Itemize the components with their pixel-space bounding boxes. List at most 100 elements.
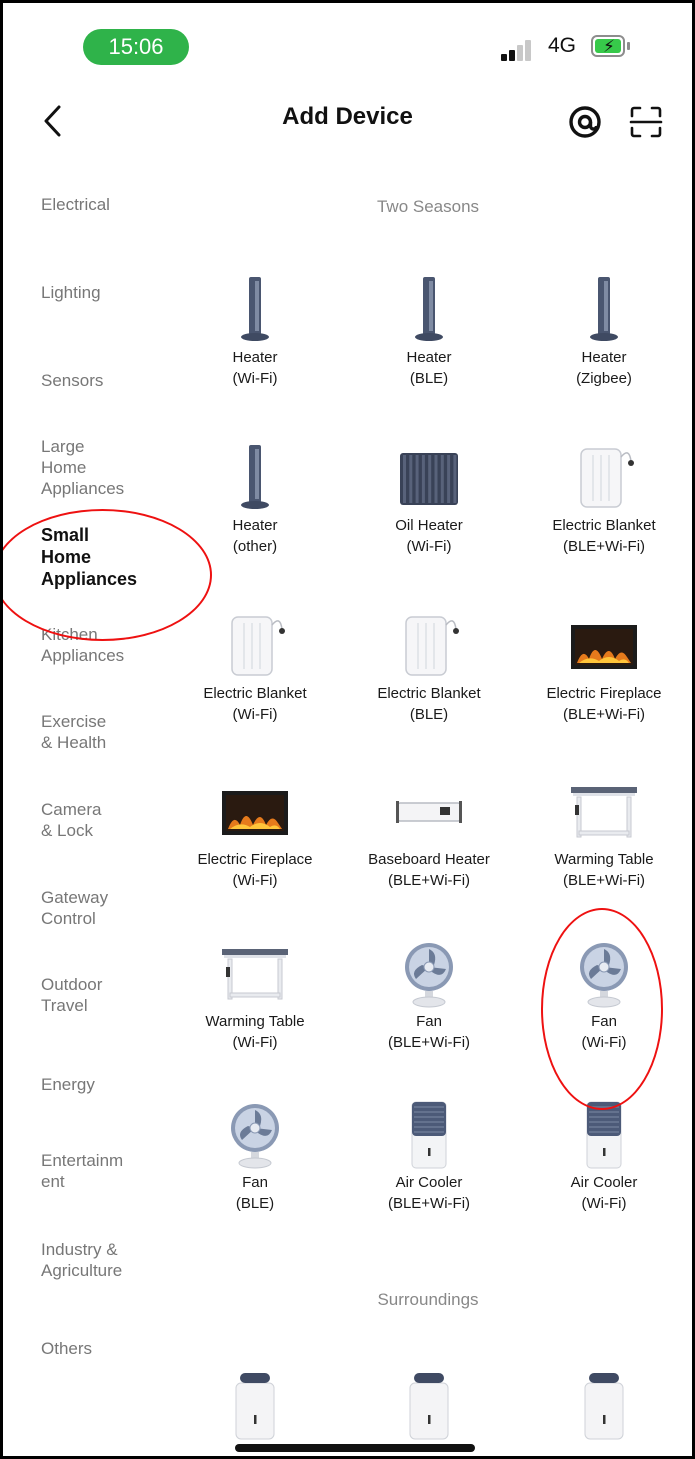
electric-blanket-icon bbox=[394, 611, 464, 681]
surroundings-device-tile[interactable] bbox=[165, 1371, 345, 1441]
device-tile-fan-wi-fi[interactable]: Fan (Wi-Fi) bbox=[514, 939, 692, 1053]
sidebar-item-7[interactable]: Exercise & Health bbox=[41, 711, 161, 753]
sidebar-item-10[interactable]: Outdoor Travel bbox=[41, 974, 161, 1016]
device-tile-electric-blanket-wi-fi[interactable]: Electric Blanket (Wi-Fi) bbox=[165, 611, 345, 725]
device-tile-electric-fireplace-wi-fi[interactable]: Electric Fireplace (Wi-Fi) bbox=[165, 777, 345, 891]
device-tile-electric-blanket-ble[interactable]: Electric Blanket (BLE) bbox=[339, 611, 519, 725]
device-protocol: (Wi-Fi) bbox=[406, 538, 452, 555]
phone-screen: 15:06 4G ⚡ Add Device Electrical Lighting… bbox=[0, 0, 695, 1459]
sidebar-item-9[interactable]: Gateway Control bbox=[41, 887, 161, 929]
oil-heater-icon bbox=[394, 443, 464, 513]
fan-icon bbox=[569, 939, 639, 1009]
device-tile-electric-blanket-ble-wi-fi[interactable]: Electric Blanket (BLE+Wi-Fi) bbox=[514, 443, 692, 557]
heater-tower-icon bbox=[220, 275, 290, 345]
device-protocol: (Wi-Fi) bbox=[232, 872, 278, 889]
baseboard-heater-icon bbox=[394, 777, 464, 847]
device-name: Warming Table bbox=[205, 1013, 305, 1030]
device-protocol: (Wi-Fi) bbox=[232, 1034, 278, 1051]
sidebar-item-5[interactable]: Small Home Appliances bbox=[41, 524, 161, 590]
device-tile-heater-other[interactable]: Heater (other) bbox=[165, 443, 345, 557]
device-protocol: (BLE+Wi-Fi) bbox=[387, 1034, 471, 1051]
status-time: 15:06 bbox=[83, 29, 189, 65]
device-protocol: (BLE) bbox=[235, 1195, 275, 1212]
device-protocol: (other) bbox=[232, 538, 278, 555]
device-name: Electric Fireplace bbox=[546, 685, 662, 702]
device-protocol: (BLE) bbox=[409, 706, 449, 723]
device-name: Baseboard Heater bbox=[368, 851, 490, 868]
sidebar-item-6[interactable]: Kitchen Appliances bbox=[41, 624, 161, 666]
electric-blanket-icon bbox=[220, 611, 290, 681]
air-cooler-icon bbox=[569, 1100, 639, 1170]
device-name: Oil Heater bbox=[395, 517, 463, 534]
device-tile-warming-table-wi-fi[interactable]: Warming Table (Wi-Fi) bbox=[165, 939, 345, 1053]
fan-icon bbox=[394, 939, 464, 1009]
device-name: Fan bbox=[591, 1013, 617, 1030]
device-name: Electric Blanket bbox=[203, 685, 307, 702]
device-name: Heater bbox=[232, 349, 278, 366]
heater-tower-icon bbox=[220, 443, 290, 513]
battery-icon: ⚡ bbox=[591, 35, 625, 57]
air-cooler-icon bbox=[394, 1100, 464, 1170]
heater-tower-icon bbox=[569, 275, 639, 345]
warming-table-icon bbox=[220, 939, 290, 1009]
sidebar-item-3[interactable]: Sensors bbox=[41, 370, 161, 391]
device-name: Fan bbox=[416, 1013, 442, 1030]
device-name: Electric Blanket bbox=[552, 517, 656, 534]
device-tile-air-cooler-wi-fi[interactable]: Air Cooler (Wi-Fi) bbox=[514, 1100, 692, 1214]
device-tile-warming-table-ble-wi-fi[interactable]: Warming Table (BLE+Wi-Fi) bbox=[514, 777, 692, 891]
heater-tower-icon bbox=[394, 275, 464, 345]
sidebar-item-14[interactable]: Others bbox=[41, 1338, 161, 1359]
section-title-surroundings: Surroundings bbox=[377, 1290, 479, 1309]
device-name: Electric Fireplace bbox=[197, 851, 313, 868]
sidebar-item-13[interactable]: Industry & Agriculture bbox=[41, 1239, 161, 1281]
device-protocol: (BLE+Wi-Fi) bbox=[562, 538, 646, 555]
surroundings-device-tile[interactable] bbox=[514, 1371, 692, 1441]
device-protocol: (Zigbee) bbox=[576, 370, 632, 387]
air-purifier-icon bbox=[220, 1371, 290, 1441]
auto-scan-icon[interactable] bbox=[568, 105, 602, 139]
device-tile-heater-wi-fi[interactable]: Heater (Wi-Fi) bbox=[165, 275, 345, 389]
warming-table-icon bbox=[569, 777, 639, 847]
electric-blanket-icon bbox=[569, 443, 639, 513]
signal-icon bbox=[501, 39, 539, 61]
device-protocol: (Wi-Fi) bbox=[581, 1195, 627, 1212]
device-tile-air-cooler-ble-wi-fi[interactable]: Air Cooler (BLE+Wi-Fi) bbox=[339, 1100, 519, 1214]
device-name: Heater bbox=[406, 349, 452, 366]
fireplace-icon bbox=[220, 777, 290, 847]
battery-tip bbox=[627, 42, 630, 50]
device-name: Warming Table bbox=[554, 851, 654, 868]
device-tile-heater-zigbee[interactable]: Heater (Zigbee) bbox=[514, 275, 692, 389]
qr-scan-icon[interactable] bbox=[629, 105, 663, 139]
device-name: Air Cooler bbox=[395, 1174, 463, 1191]
section-title-two-seasons: Two Seasons bbox=[376, 197, 480, 216]
sidebar-item-11[interactable]: Energy bbox=[41, 1074, 161, 1095]
device-protocol: (BLE+Wi-Fi) bbox=[562, 872, 646, 889]
air-purifier-icon bbox=[569, 1371, 639, 1441]
surroundings-device-tile[interactable] bbox=[339, 1371, 519, 1441]
device-name: Air Cooler bbox=[570, 1174, 638, 1191]
sidebar-item-2[interactable]: Lighting bbox=[41, 282, 161, 303]
device-protocol: (Wi-Fi) bbox=[232, 370, 278, 387]
device-name: Heater bbox=[232, 517, 278, 534]
device-protocol: (BLE+Wi-Fi) bbox=[562, 706, 646, 723]
device-tile-heater-ble[interactable]: Heater (BLE) bbox=[339, 275, 519, 389]
device-name: Heater bbox=[581, 349, 627, 366]
sidebar-item-8[interactable]: Camera & Lock bbox=[41, 799, 161, 841]
device-protocol: (BLE+Wi-Fi) bbox=[387, 872, 471, 889]
sidebar-item-4[interactable]: Large Home Appliances bbox=[41, 436, 161, 499]
sidebar-item-12[interactable]: Entertainm ent bbox=[41, 1150, 161, 1192]
air-purifier-icon bbox=[394, 1371, 464, 1441]
fan-icon bbox=[220, 1100, 290, 1170]
device-tile-fan-ble-wi-fi[interactable]: Fan (BLE+Wi-Fi) bbox=[339, 939, 519, 1053]
network-type: 4G bbox=[548, 34, 577, 57]
home-indicator bbox=[235, 1444, 475, 1452]
device-tile-fan-ble[interactable]: Fan (BLE) bbox=[165, 1100, 345, 1214]
device-tile-electric-fireplace-ble-wi-fi[interactable]: Electric Fireplace (BLE+Wi-Fi) bbox=[514, 611, 692, 725]
sidebar-item-1[interactable]: Electrical bbox=[41, 194, 161, 215]
fireplace-icon bbox=[569, 611, 639, 681]
device-tile-baseboard-heater-ble-wi-fi[interactable]: Baseboard Heater (BLE+Wi-Fi) bbox=[339, 777, 519, 891]
device-protocol: (Wi-Fi) bbox=[232, 706, 278, 723]
device-protocol: (BLE+Wi-Fi) bbox=[387, 1195, 471, 1212]
device-protocol: (BLE) bbox=[409, 370, 449, 387]
device-tile-oil-heater-wi-fi[interactable]: Oil Heater (Wi-Fi) bbox=[339, 443, 519, 557]
